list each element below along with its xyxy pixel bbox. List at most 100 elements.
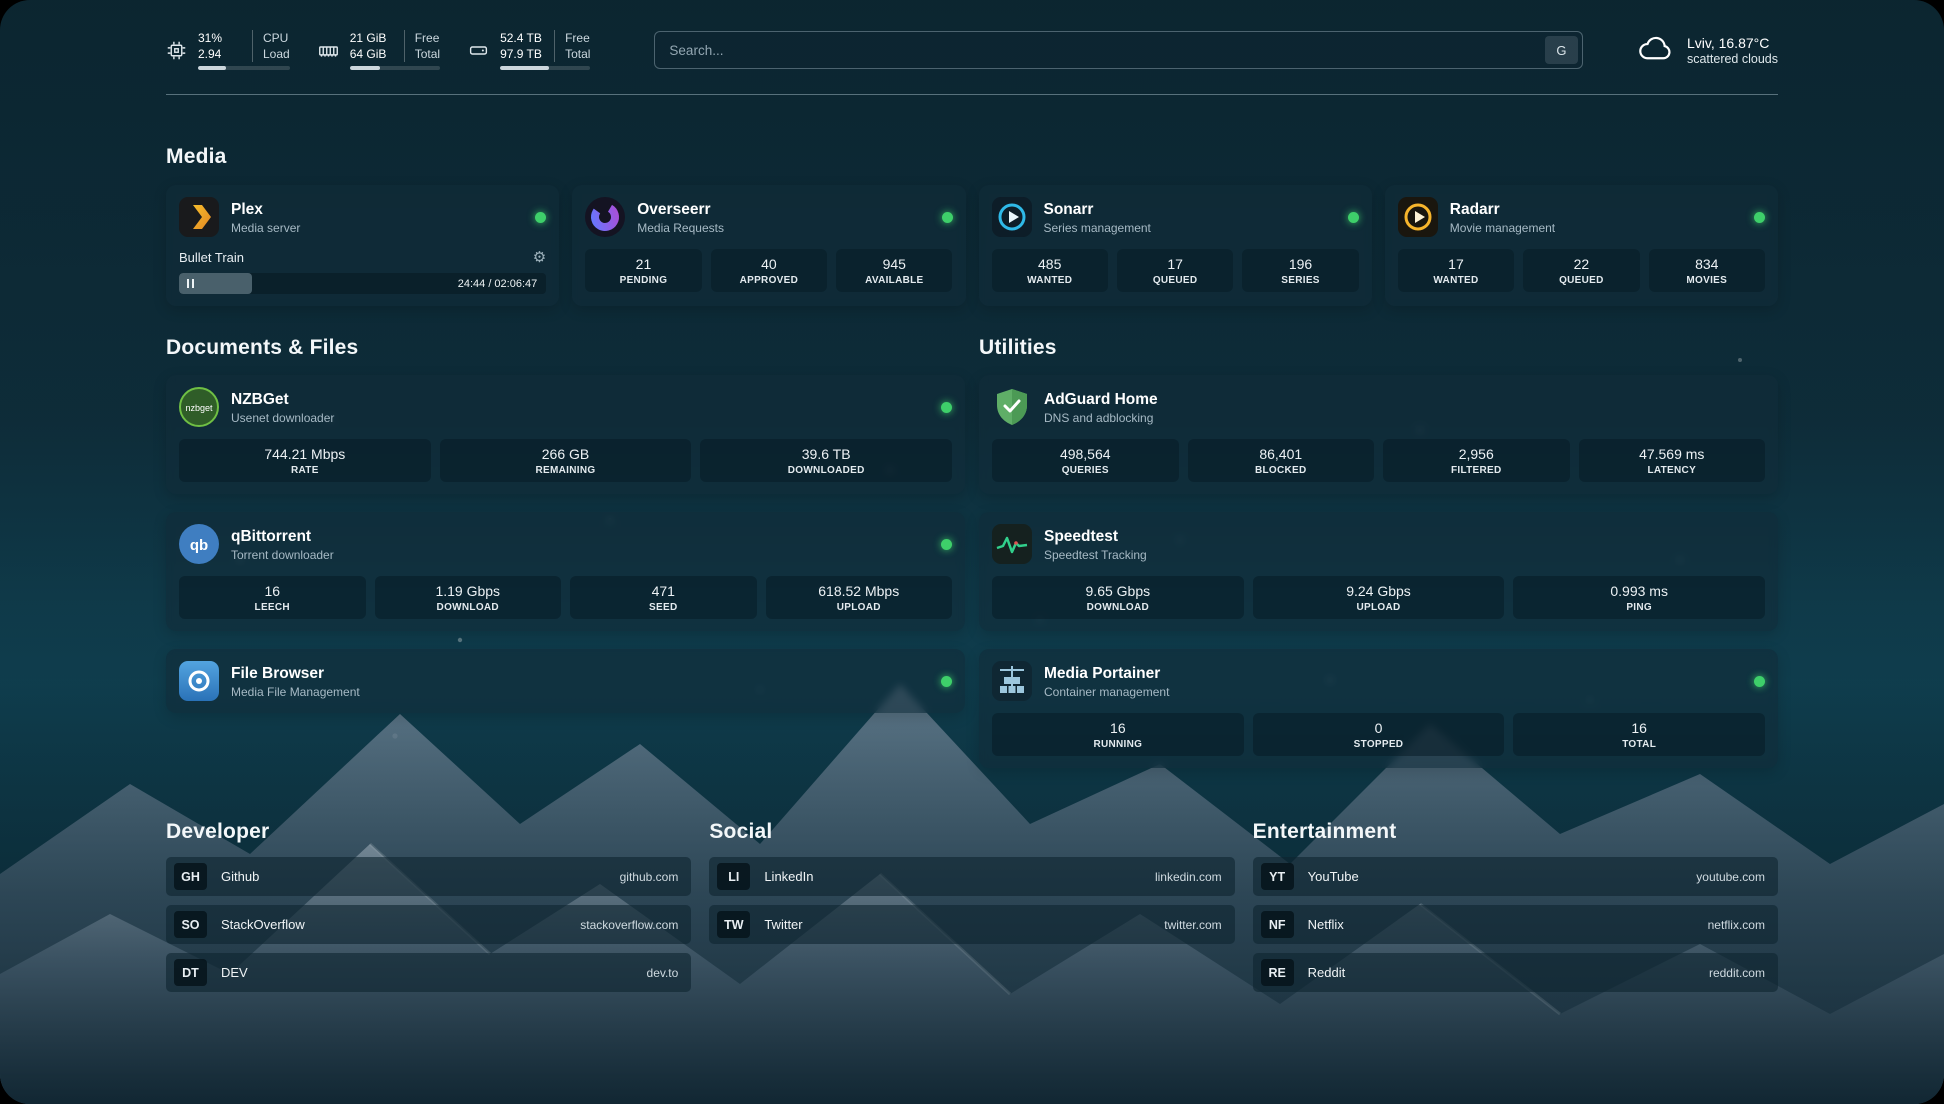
developer-bookmark-list: GH Github github.com SO StackOverflow st…	[166, 857, 691, 992]
stat-ping-value: 0.993 ms	[1517, 583, 1761, 599]
nzbget-stats: 744.21 Mbps RATE 266 GB REMAINING 39.6 T…	[179, 439, 952, 482]
stat-leech-value: 16	[183, 583, 362, 599]
plex-icon	[179, 197, 219, 237]
stat-queued: 17 QUEUED	[1117, 249, 1233, 292]
stat-ping: 0.993 ms PING	[1513, 576, 1765, 619]
stat-movies-label: MOVIES	[1653, 275, 1761, 286]
topbar-divider	[166, 94, 1778, 95]
stat-ping-label: PING	[1517, 602, 1761, 613]
bookmark-reddit[interactable]: RE Reddit reddit.com	[1253, 953, 1778, 992]
stat-blocked-value: 86,401	[1192, 446, 1371, 462]
app-card-plex[interactable]: Plex Media server Bullet Train ⚙ 24:44 /…	[166, 185, 559, 306]
ram-free-value: 21 GiB	[350, 30, 387, 46]
radarr-header: Radarr Movie management	[1398, 197, 1765, 237]
stat-queued-label: QUEUED	[1121, 275, 1229, 286]
bookmark-url: dev.to	[647, 966, 679, 980]
adguard-desc: DNS and adblocking	[1044, 411, 1158, 425]
overseerr-name: Overseerr	[637, 200, 724, 219]
sonarr-desc: Series management	[1044, 221, 1151, 235]
stat-pending-value: 21	[589, 256, 697, 272]
settings-gear-icon[interactable]: ⚙	[533, 248, 546, 266]
bookmark-stackoverflow[interactable]: SO StackOverflow stackoverflow.com	[166, 905, 691, 944]
nzbget-titles: NZBGet Usenet downloader	[231, 390, 334, 425]
playback-progress-bar[interactable]: 24:44 / 02:06:47	[179, 273, 546, 294]
disk-icon	[468, 40, 489, 61]
app-card-filebrowser[interactable]: File Browser Media File Management	[166, 649, 965, 713]
ram-total-label: Total	[415, 46, 440, 62]
bookmark-url: netflix.com	[1708, 918, 1765, 932]
stat-blocked-label: BLOCKED	[1192, 465, 1371, 476]
app-card-sonarr[interactable]: Sonarr Series management 485 WANTED 17 Q…	[979, 185, 1372, 306]
stat-filtered: 2,956 FILTERED	[1383, 439, 1570, 482]
stat-available-label: AVAILABLE	[840, 275, 948, 286]
bookmark-dev[interactable]: DT DEV dev.to	[166, 953, 691, 992]
overseerr-status-online	[942, 212, 953, 223]
radarr-name: Radarr	[1450, 200, 1555, 219]
stat-series-value: 196	[1246, 256, 1354, 272]
bookmark-name: Github	[221, 869, 259, 884]
nzbget-status-online	[941, 402, 952, 413]
search-engine-badge[interactable]: G	[1545, 36, 1578, 64]
app-card-overseerr[interactable]: Overseerr Media Requests 21 PENDING 40 A…	[572, 185, 965, 306]
stat-approved-value: 40	[715, 256, 823, 272]
speedtest-stats: 9.65 Gbps DOWNLOAD 9.24 Gbps UPLOAD 0.99…	[992, 576, 1765, 619]
cpu-icon	[166, 40, 187, 61]
section-entertainment: Entertainment YT YouTube youtube.com NF …	[1253, 820, 1778, 992]
stat-queued: 22 QUEUED	[1523, 249, 1639, 292]
stat-pending: 21 PENDING	[585, 249, 701, 292]
bookmark-name: YouTube	[1308, 869, 1359, 884]
search-input[interactable]	[654, 31, 1583, 69]
bookmark-netflix[interactable]: NF Netflix netflix.com	[1253, 905, 1778, 944]
stat-downloaded-value: 39.6 TB	[704, 446, 948, 462]
sonarr-titles: Sonarr Series management	[1044, 200, 1151, 235]
stat-wanted-value: 485	[996, 256, 1104, 272]
plex-now-playing-title: Bullet Train	[179, 250, 244, 265]
app-card-nzbget[interactable]: nzbget NZBGet Usenet downloader 74	[166, 375, 965, 494]
weather-location: Lviv, 16.87°C	[1687, 34, 1778, 52]
qbittorrent-icon: qb	[179, 524, 219, 564]
stat-download: 9.65 Gbps DOWNLOAD	[992, 576, 1244, 619]
qbittorrent-stats: 16 LEECH 1.19 Gbps DOWNLOAD 471 SEED	[179, 576, 952, 619]
disk-free-label: Free	[565, 30, 590, 46]
stat-available-value: 945	[840, 256, 948, 272]
app-card-speedtest[interactable]: Speedtest Speedtest Tracking 9.65 Gbps D…	[979, 512, 1778, 631]
disk-progress-bar	[500, 66, 590, 70]
plex-header: Plex Media server	[179, 197, 546, 237]
stat-movies: 834 MOVIES	[1649, 249, 1765, 292]
stat-leech: 16 LEECH	[179, 576, 366, 619]
ram-icon	[318, 40, 339, 61]
pause-icon[interactable]	[187, 279, 194, 288]
stat-stopped: 0 STOPPED	[1253, 713, 1505, 756]
bookmark-linkedin[interactable]: LI LinkedIn linkedin.com	[709, 857, 1234, 896]
app-card-portainer[interactable]: Media Portainer Container management 16 …	[979, 649, 1778, 768]
radarr-titles: Radarr Movie management	[1450, 200, 1555, 235]
weather-condition: scattered clouds	[1687, 52, 1778, 66]
app-card-radarr[interactable]: Radarr Movie management 17 WANTED 22 QUE…	[1385, 185, 1778, 306]
bookmark-abbr: DT	[174, 959, 207, 986]
bookmark-name: LinkedIn	[764, 869, 813, 884]
adguard-icon	[992, 387, 1032, 427]
cpu-label: CPU	[263, 30, 290, 46]
bookmark-twitter[interactable]: TW Twitter twitter.com	[709, 905, 1234, 944]
bookmark-youtube[interactable]: YT YouTube youtube.com	[1253, 857, 1778, 896]
stat-upload: 618.52 Mbps UPLOAD	[766, 576, 953, 619]
bookmark-github[interactable]: GH Github github.com	[166, 857, 691, 896]
app-card-adguard[interactable]: AdGuard Home DNS and adblocking 498,564 …	[979, 375, 1778, 494]
utilities-section-title: Utilities	[979, 336, 1778, 360]
top-bar: 31% 2.94 CPU Load	[166, 30, 1778, 70]
disk-info: 52.4 TB 97.9 TB Free Total	[500, 30, 590, 70]
plex-desc: Media server	[231, 221, 300, 235]
documents-section-title: Documents & Files	[166, 336, 965, 360]
social-bookmark-list: LI LinkedIn linkedin.com TW Twitter twit…	[709, 857, 1234, 944]
app-card-qbittorrent[interactable]: qb qBittorrent Torrent downloader	[166, 512, 965, 631]
nzbget-desc: Usenet downloader	[231, 411, 334, 425]
bookmark-name: Netflix	[1308, 917, 1344, 932]
stat-wanted-value: 17	[1402, 256, 1510, 272]
playback-time: 24:44 / 02:06:47	[458, 273, 538, 294]
svg-text:qb: qb	[190, 537, 208, 554]
portainer-icon	[992, 661, 1032, 701]
stat-approved-label: APPROVED	[715, 275, 823, 286]
overseerr-stats: 21 PENDING 40 APPROVED 945 AVAILABLE	[585, 249, 952, 292]
overseerr-titles: Overseerr Media Requests	[637, 200, 724, 235]
stat-queries-label: QUERIES	[996, 465, 1175, 476]
